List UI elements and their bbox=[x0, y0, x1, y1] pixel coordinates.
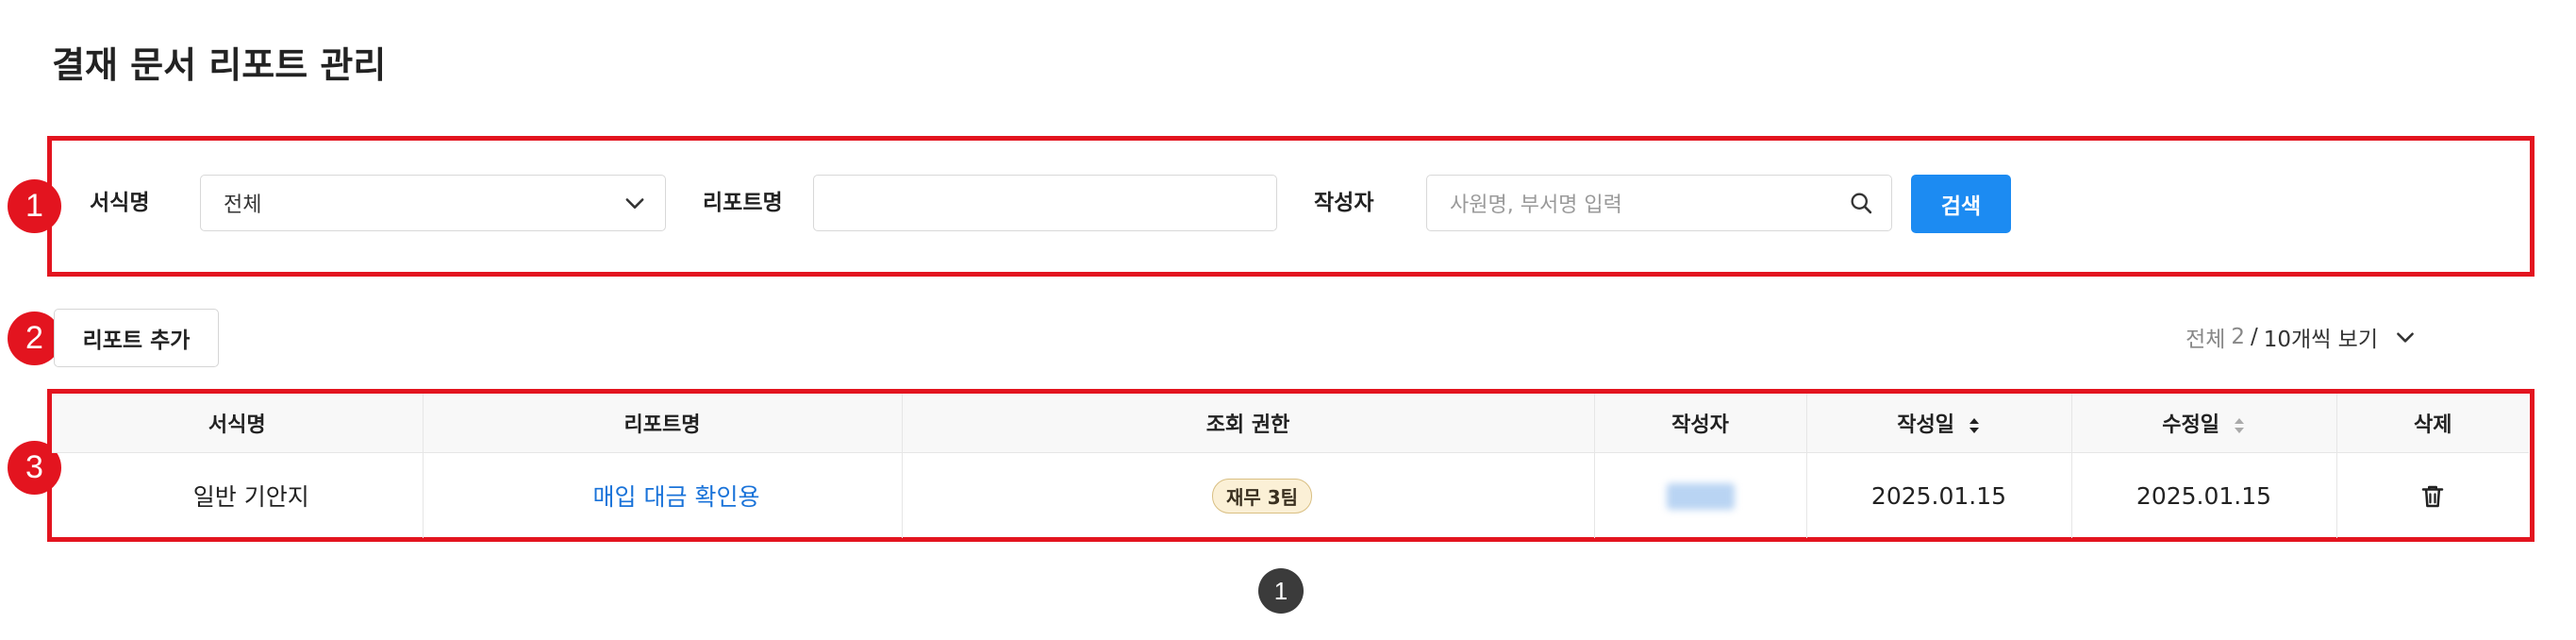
pagination-page-1[interactable]: 1 bbox=[1258, 568, 1304, 614]
form-filter-label: 서식명 bbox=[90, 191, 150, 215]
table-header-row: 서식명 리포트명 조회 권한 작성자 작성일 수정일 삭제 bbox=[52, 394, 2529, 453]
page-title: 결재 문서 리포트 관리 bbox=[52, 44, 387, 86]
author-search-placeholder: 사원명, 부서명 입력 bbox=[1450, 194, 1622, 217]
cell-form: 일반 기안지 bbox=[52, 452, 424, 538]
page-size-label: 10개씩 보기 bbox=[2263, 328, 2378, 352]
sort-icon[interactable] bbox=[1968, 415, 1981, 436]
form-select[interactable]: 전체 bbox=[200, 175, 666, 231]
column-header-author: 작성자 bbox=[1594, 394, 1807, 453]
pager-separator: / bbox=[2251, 325, 2258, 349]
column-header-created[interactable]: 작성일 bbox=[1806, 394, 2072, 453]
column-header-modified[interactable]: 수정일 bbox=[2071, 394, 2337, 453]
cell-author bbox=[1594, 452, 1807, 538]
author-filter-label: 작성자 bbox=[1314, 191, 1374, 215]
column-header-modified-label: 수정일 bbox=[2162, 413, 2220, 437]
total-label: 전체 bbox=[2185, 328, 2226, 352]
author-redacted bbox=[1666, 483, 1735, 510]
permission-badge: 재무 3팀 bbox=[1211, 478, 1313, 514]
report-link[interactable]: 매입 대금 확인용 bbox=[593, 483, 760, 511]
column-header-form: 서식명 bbox=[52, 394, 424, 453]
search-icon[interactable] bbox=[1848, 190, 1874, 216]
trash-icon[interactable] bbox=[2418, 482, 2447, 511]
table-row[interactable]: 일반 기안지 매입 대금 확인용 재무 3팀 2025.01.15 2025.0… bbox=[52, 452, 2529, 539]
report-name-input[interactable] bbox=[813, 175, 1277, 231]
cell-report[interactable]: 매입 대금 확인용 bbox=[423, 452, 903, 538]
search-button[interactable]: 검색 bbox=[1911, 175, 2011, 233]
cell-permission: 재무 3팀 bbox=[902, 452, 1595, 538]
add-report-button[interactable]: 리포트 추가 bbox=[54, 309, 219, 367]
form-select-value: 전체 bbox=[224, 194, 262, 217]
total-count: 2 bbox=[2231, 325, 2246, 349]
annotation-marker-1: 1 bbox=[8, 179, 61, 233]
chevron-down-icon bbox=[2397, 332, 2414, 343]
author-search-input[interactable]: 사원명, 부서명 입력 bbox=[1426, 175, 1892, 231]
report-filter-label: 리포트명 bbox=[703, 191, 783, 215]
sort-icon[interactable] bbox=[2233, 415, 2246, 436]
column-header-permission: 조회 권한 bbox=[902, 394, 1595, 453]
chevron-down-icon bbox=[625, 198, 644, 209]
cell-delete bbox=[2336, 453, 2529, 539]
page-size-selector[interactable]: 전체 2 / 10개씩 보기 bbox=[2185, 321, 2418, 353]
cell-modified: 2025.01.15 bbox=[2071, 452, 2337, 538]
column-header-delete: 삭제 bbox=[2336, 394, 2529, 453]
column-header-created-label: 작성일 bbox=[1897, 413, 1955, 437]
cell-created: 2025.01.15 bbox=[1806, 452, 2072, 538]
report-table: 서식명 리포트명 조회 권한 작성자 작성일 수정일 삭제 일반 기안지 매입 … bbox=[52, 394, 2529, 538]
column-header-report: 리포트명 bbox=[423, 394, 903, 453]
